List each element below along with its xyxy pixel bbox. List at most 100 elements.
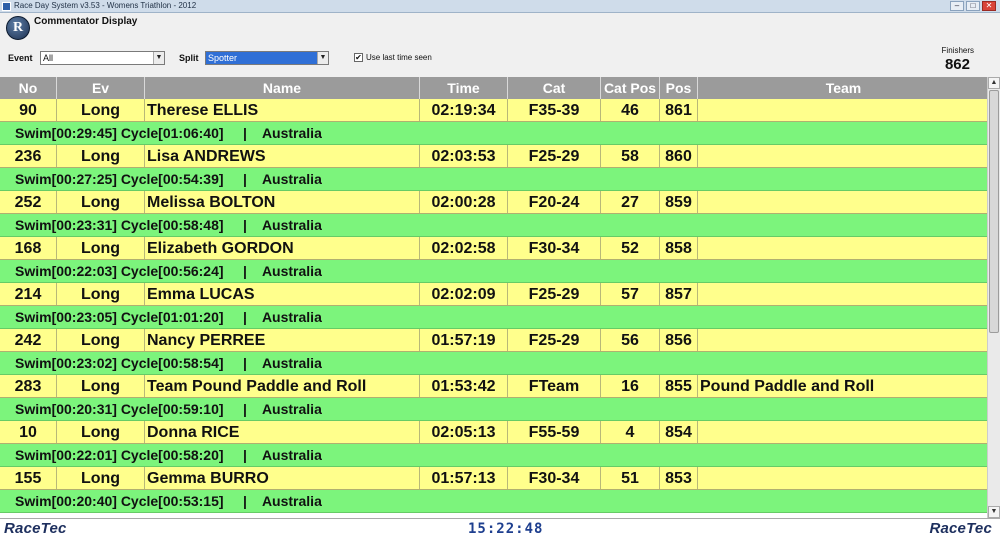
clock-display: 15:22:48: [468, 521, 544, 537]
cell-pos: 860: [660, 145, 698, 167]
split-select[interactable]: Spotter ▼: [205, 51, 329, 65]
app-logo: R: [6, 16, 30, 40]
window-controls: – □ ✕: [950, 1, 996, 11]
cell-team: [698, 99, 987, 121]
vertical-scrollbar[interactable]: ▲ ▼: [987, 77, 1000, 518]
results-grid[interactable]: No Ev Name Time Cat Cat Pos Pos Team 90 …: [0, 77, 987, 518]
cell-name: Melissa BOLTON: [145, 191, 420, 213]
cell-ev: Long: [57, 467, 145, 489]
split-times-row: Swim[00:23:02] Cycle[00:58:54] | Austral…: [0, 352, 987, 375]
window-title: Race Day System v3.53 - Womens Triathlon…: [14, 1, 197, 10]
chevron-down-icon[interactable]: ▼: [317, 52, 328, 64]
cell-name: Nancy PERREE: [145, 329, 420, 351]
cell-ev: Long: [57, 329, 145, 351]
event-select-value: All: [43, 53, 54, 63]
cell-name: Lisa ANDREWS: [145, 145, 420, 167]
grid-header-row: No Ev Name Time Cat Cat Pos Pos Team: [0, 77, 987, 99]
cell-cat-pos: 57: [601, 283, 660, 305]
cell-cat-pos: 4: [601, 421, 660, 443]
column-header-no[interactable]: No: [0, 77, 57, 99]
cell-name: Gemma BURRO: [145, 467, 420, 489]
split-select-value: Spotter: [208, 53, 238, 63]
cell-name: Emma LUCAS: [145, 283, 420, 305]
cell-pos: 858: [660, 237, 698, 259]
cell-cat-pos: 58: [601, 145, 660, 167]
cell-time: 02:05:13: [420, 421, 508, 443]
split-times-row: Swim[00:29:45] Cycle[01:06:40] | Austral…: [0, 122, 987, 145]
cell-pos: 856: [660, 329, 698, 351]
close-button[interactable]: ✕: [982, 1, 996, 11]
cell-no: 168: [0, 237, 57, 259]
cell-team: [698, 145, 987, 167]
column-header-name[interactable]: Name: [145, 77, 420, 99]
cell-cat: F30-34: [508, 237, 601, 259]
cell-no: 252: [0, 191, 57, 213]
split-times-row: Swim[00:22:03] Cycle[00:56:24] | Austral…: [0, 260, 987, 283]
column-header-ev[interactable]: Ev: [57, 77, 145, 99]
event-select[interactable]: All ▼: [40, 51, 165, 65]
split-times-row: Swim[00:27:25] Cycle[00:54:39] | Austral…: [0, 168, 987, 191]
column-header-pos[interactable]: Pos: [660, 77, 698, 99]
cell-team: [698, 237, 987, 259]
cell-ev: Long: [57, 375, 145, 397]
cell-cat: F25-29: [508, 145, 601, 167]
cell-cat: F35-39: [508, 99, 601, 121]
split-label: Split: [179, 53, 199, 63]
cell-no: 90: [0, 99, 57, 121]
use-last-time-checkbox[interactable]: ✔: [354, 53, 363, 62]
column-header-cat[interactable]: Cat: [508, 77, 601, 99]
scroll-down-arrow-icon[interactable]: ▼: [988, 506, 1000, 518]
app-icon: [2, 2, 11, 11]
column-header-time[interactable]: Time: [420, 77, 508, 99]
cell-no: 214: [0, 283, 57, 305]
cell-cat-pos: 56: [601, 329, 660, 351]
cell-cat-pos: 51: [601, 467, 660, 489]
chevron-down-icon[interactable]: ▼: [153, 52, 164, 64]
column-header-cat-pos[interactable]: Cat Pos: [601, 77, 660, 99]
cell-name: Elizabeth GORDON: [145, 237, 420, 259]
cell-no: 283: [0, 375, 57, 397]
racetec-logo-right: RaceTec: [929, 520, 992, 537]
table-row[interactable]: 252 Long Melissa BOLTON 02:00:28 F20-24 …: [0, 191, 987, 214]
cell-ev: Long: [57, 421, 145, 443]
cell-time: 01:53:42: [420, 375, 508, 397]
cell-ev: Long: [57, 237, 145, 259]
column-header-team[interactable]: Team: [698, 77, 987, 99]
table-row[interactable]: 10 Long Donna RICE 02:05:13 F55-59 4 854: [0, 421, 987, 444]
cell-team: [698, 191, 987, 213]
cell-name: Therese ELLIS: [145, 99, 420, 121]
cell-time: 01:57:19: [420, 329, 508, 351]
cell-name: Donna RICE: [145, 421, 420, 443]
table-row[interactable]: 168 Long Elizabeth GORDON 02:02:58 F30-3…: [0, 237, 987, 260]
cell-no: 155: [0, 467, 57, 489]
table-row[interactable]: 214 Long Emma LUCAS 02:02:09 F25-29 57 8…: [0, 283, 987, 306]
cell-team: Pound Paddle and Roll: [700, 378, 875, 395]
cell-ev: Long: [57, 145, 145, 167]
cell-name: Team Pound Paddle and Roll: [145, 375, 420, 397]
table-row[interactable]: 283 Long Team Pound Paddle and Roll 01:5…: [0, 375, 987, 398]
event-label: Event: [8, 53, 33, 63]
cell-cat-pos: 52: [601, 237, 660, 259]
split-times-row: Swim[00:20:31] Cycle[00:59:10] | Austral…: [0, 398, 987, 421]
cell-no: 10: [0, 421, 57, 443]
use-last-time-label: Use last time seen: [366, 53, 432, 62]
table-row[interactable]: 90 Long Therese ELLIS 02:19:34 F35-39 46…: [0, 99, 987, 122]
minimize-button[interactable]: –: [950, 1, 964, 11]
cell-cat: F20-24: [508, 191, 601, 213]
cell-cat-pos: 46: [601, 99, 660, 121]
cell-team: [698, 329, 987, 351]
cell-pos: 853: [660, 467, 698, 489]
scroll-up-arrow-icon[interactable]: ▲: [988, 77, 1000, 89]
maximize-button[interactable]: □: [966, 1, 980, 11]
cell-pos: 859: [660, 191, 698, 213]
table-row[interactable]: 242 Long Nancy PERREE 01:57:19 F25-29 56…: [0, 329, 987, 352]
cell-team: [698, 467, 987, 489]
table-row[interactable]: 155 Long Gemma BURRO 01:57:13 F30-34 51 …: [0, 467, 987, 490]
title-bar: Race Day System v3.53 - Womens Triathlon…: [0, 0, 1000, 13]
cell-ev: Long: [57, 191, 145, 213]
scrollbar-thumb[interactable]: [989, 90, 999, 333]
cell-ev: Long: [57, 283, 145, 305]
cell-cat: F30-34: [508, 467, 601, 489]
split-times-row: Swim[00:23:31] Cycle[00:58:48] | Austral…: [0, 214, 987, 237]
table-row[interactable]: 236 Long Lisa ANDREWS 02:03:53 F25-29 58…: [0, 145, 987, 168]
